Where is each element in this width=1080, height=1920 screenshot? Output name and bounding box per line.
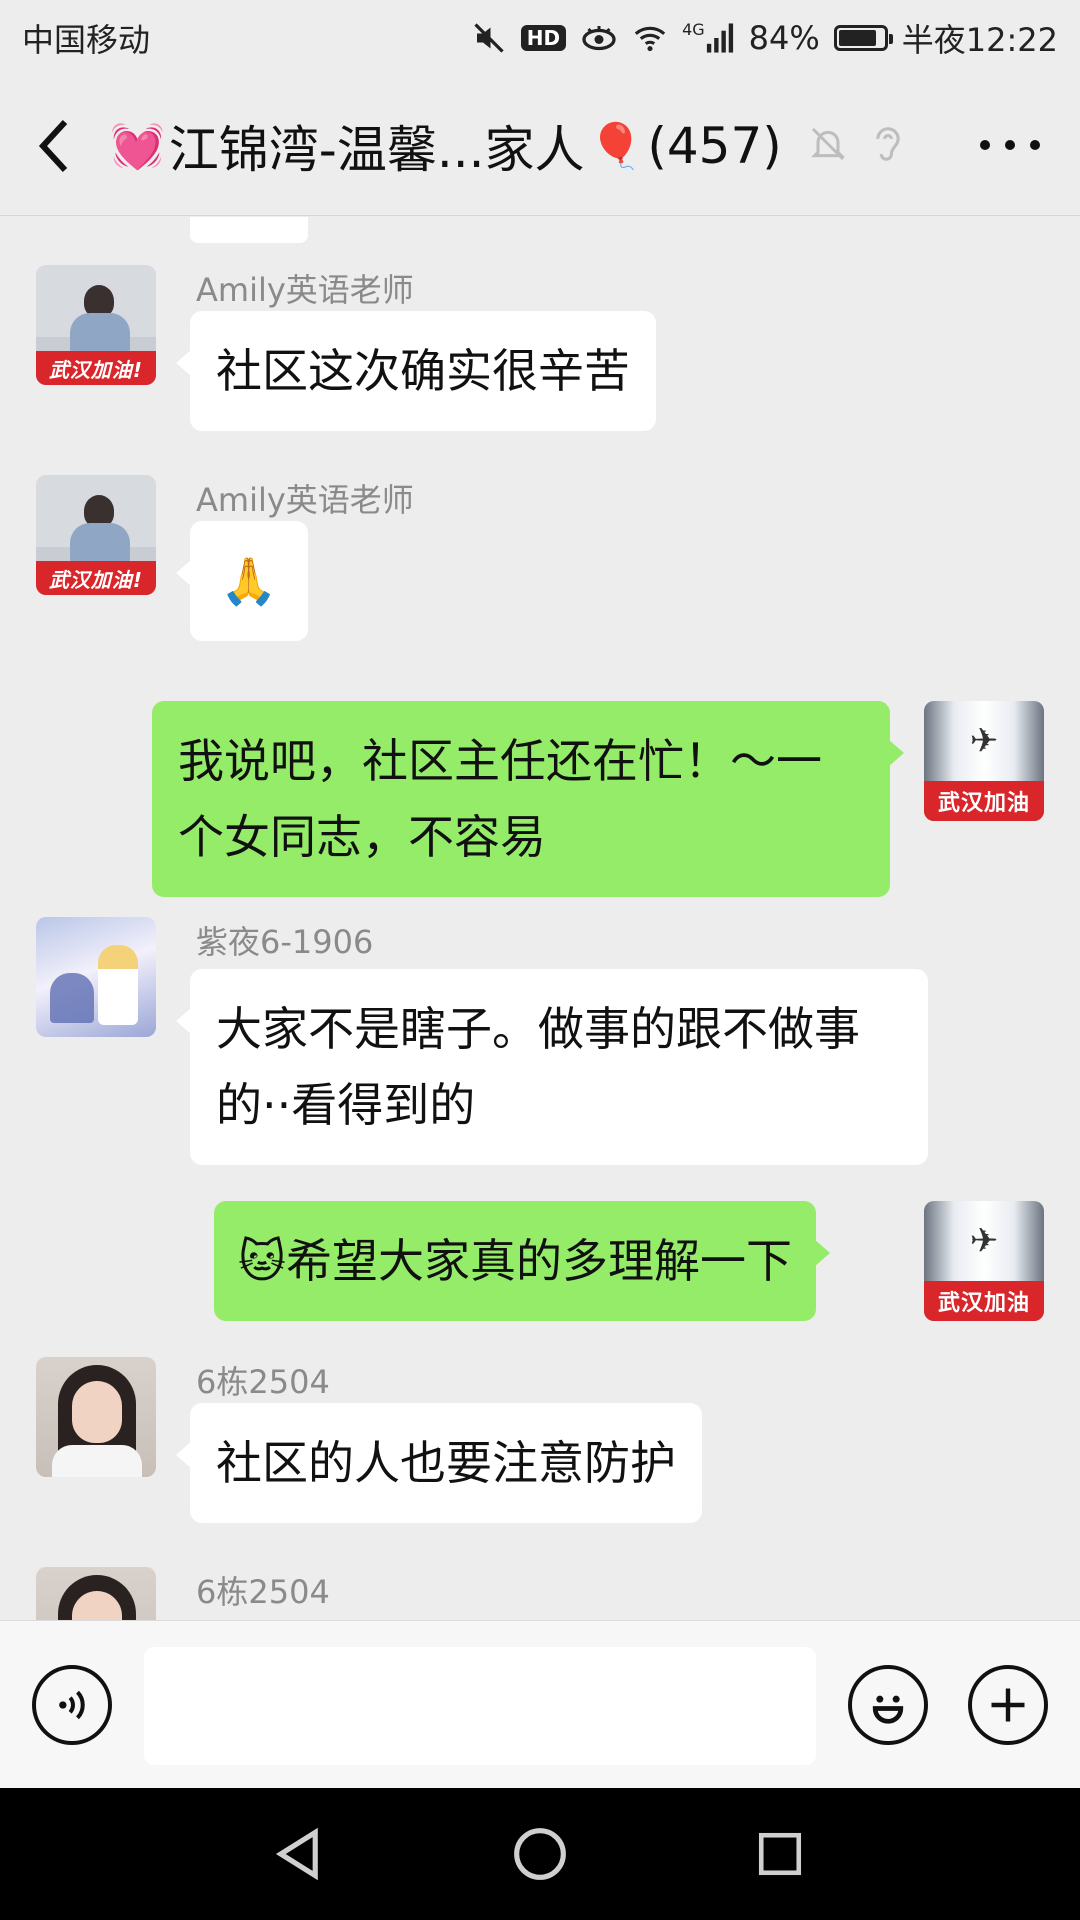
signal-icon: 4G bbox=[682, 18, 735, 58]
ear-icon bbox=[870, 122, 906, 170]
sender-name: 6栋2504 bbox=[196, 1573, 330, 1611]
chat-messages[interactable]: 武汉加油! Amily英语老师 社区这次确实很辛苦 武汉加油! Amily英语老… bbox=[0, 217, 1080, 1620]
avatar[interactable] bbox=[36, 1567, 156, 1620]
status-bar: 中国移动 HD 4G 84% 半夜12:22 bbox=[0, 0, 1080, 76]
nav-recents-button[interactable] bbox=[748, 1822, 812, 1886]
input-bar bbox=[0, 1620, 1080, 1788]
more-icon-dot bbox=[980, 140, 990, 150]
nav-home-button[interactable] bbox=[508, 1822, 572, 1886]
avatar[interactable]: 武汉加油! bbox=[36, 265, 156, 385]
eye-icon bbox=[580, 18, 618, 58]
battery-percent: 84% bbox=[748, 19, 820, 57]
avatar-banner: 武汉加油 bbox=[924, 781, 1044, 821]
nav-back-icon bbox=[275, 1827, 318, 1881]
back-icon bbox=[38, 119, 68, 172]
message-bubble[interactable]: 大家不是瞎子。做事的跟不做事的··看得到的 bbox=[176, 969, 928, 1165]
message-bubble-outgoing[interactable]: 我说吧，社区主任还在忙！～一个女同志，不容易 bbox=[152, 701, 904, 897]
more-icon-dot bbox=[1005, 140, 1015, 150]
avatar[interactable]: 武汉加油! bbox=[36, 475, 156, 595]
avatar-self[interactable]: ✈ 武汉加油 bbox=[924, 1201, 1044, 1321]
message-bubble-outgoing[interactable]: 🐱希望大家真的多理解一下 bbox=[214, 1201, 830, 1321]
status-icons: HD 4G 84% 半夜12:22 bbox=[471, 15, 1058, 61]
hd-icon: HD bbox=[520, 25, 567, 51]
member-count: (457) bbox=[647, 116, 782, 175]
voice-button[interactable] bbox=[32, 1665, 112, 1745]
sender-name: Amily英语老师 bbox=[196, 271, 414, 309]
mute-bell-icon bbox=[808, 123, 848, 169]
carrier-label: 中国移动 bbox=[22, 21, 151, 59]
group-name: 江锦湾-温馨...家人 bbox=[168, 120, 585, 179]
voice-icon bbox=[59, 1690, 85, 1720]
group-title: 💓 江锦湾-温馨...家人 🎈 (457) bbox=[110, 110, 782, 182]
avatar[interactable] bbox=[36, 1357, 156, 1477]
emoji-icon bbox=[872, 1695, 904, 1724]
more-actions-button[interactable] bbox=[968, 1665, 1048, 1745]
battery-icon bbox=[833, 25, 893, 51]
emoji-button[interactable] bbox=[848, 1665, 928, 1745]
message-input[interactable] bbox=[144, 1647, 816, 1765]
avatar[interactable] bbox=[36, 917, 156, 1037]
avatar-banner: 武汉加油! bbox=[36, 351, 156, 385]
wifi-icon bbox=[632, 18, 668, 58]
message-bubble[interactable]: 社区这次确实很辛苦 bbox=[176, 311, 656, 431]
message-bubble[interactable]: 社区的人也要注意防护 bbox=[176, 1403, 702, 1523]
chat-header: 💓 江锦湾-温馨...家人 🎈 (457) bbox=[0, 76, 1080, 216]
back-button[interactable] bbox=[0, 76, 110, 216]
mute-icon bbox=[471, 18, 507, 58]
heart-emoji: 💓 bbox=[110, 120, 165, 172]
previous-bubble-edge bbox=[190, 217, 308, 243]
plus-icon bbox=[991, 1688, 1025, 1722]
avatar-banner: 武汉加油! bbox=[36, 561, 156, 595]
sender-name: 紫夜6-1906 bbox=[196, 923, 374, 961]
nav-home-icon bbox=[514, 1828, 566, 1880]
clock: 半夜12:22 bbox=[901, 21, 1058, 59]
more-icon-dot bbox=[1030, 140, 1040, 150]
network-type: 4G bbox=[682, 20, 705, 39]
sender-name: 6栋2504 bbox=[196, 1363, 330, 1401]
airplane-icon: ✈ bbox=[969, 721, 999, 761]
balloon-emoji: 🎈 bbox=[588, 120, 644, 172]
sender-name: Amily英语老师 bbox=[196, 481, 414, 519]
system-nav-bar bbox=[0, 1788, 1080, 1920]
nav-back-button[interactable] bbox=[266, 1822, 330, 1886]
avatar-self[interactable]: ✈ 武汉加油 bbox=[924, 701, 1044, 821]
airplane-icon: ✈ bbox=[969, 1221, 999, 1261]
message-bubble[interactable]: 🙏 bbox=[176, 521, 308, 641]
avatar-banner: 武汉加油 bbox=[924, 1281, 1044, 1321]
nav-recents-icon bbox=[758, 1832, 802, 1876]
more-button[interactable] bbox=[980, 120, 1040, 170]
